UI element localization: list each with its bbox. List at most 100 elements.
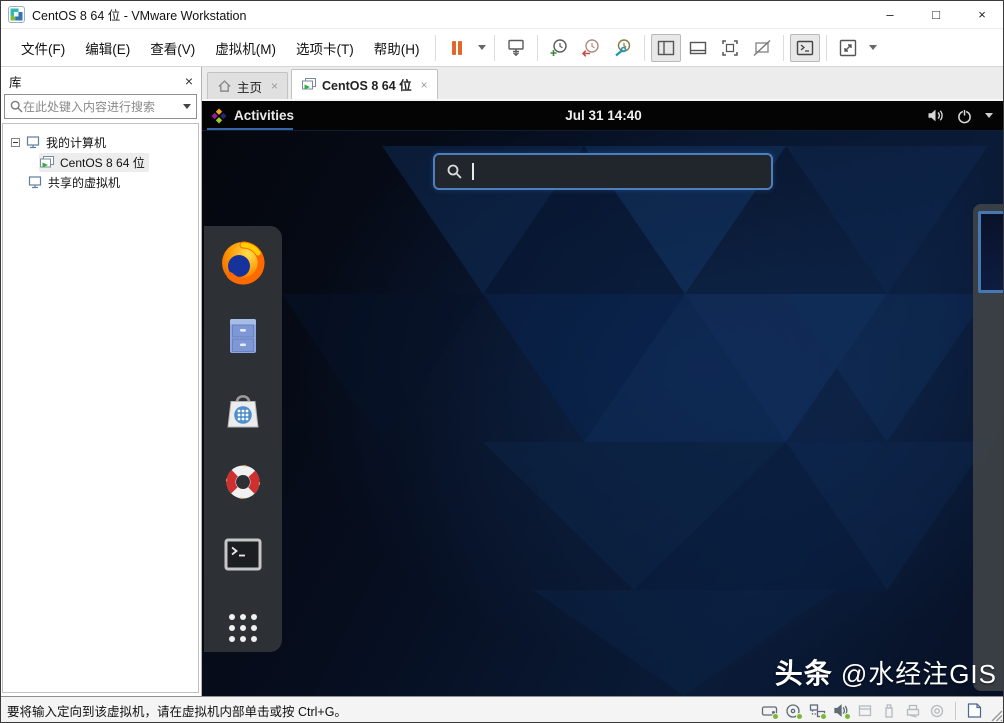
take-snapshot-button[interactable] bbox=[544, 34, 574, 62]
search-dropdown-icon[interactable] bbox=[183, 104, 191, 109]
vmware-window: CentOS 8 64 位 - VMware Workstation – □ ×… bbox=[0, 0, 1004, 723]
floppy-status-icon[interactable] bbox=[856, 702, 874, 719]
usb-status-icon[interactable] bbox=[880, 702, 898, 719]
hard-disk-status-icon[interactable] bbox=[760, 702, 779, 720]
tab-close-icon[interactable]: × bbox=[271, 79, 278, 93]
gnome-clock[interactable]: Jul 31 14:40 bbox=[202, 108, 1003, 123]
snapshot-clock-revert-icon bbox=[581, 38, 599, 57]
tab-strip: 主页 × CentOS 8 64 位 × bbox=[202, 67, 1003, 101]
manage-snapshots-button[interactable] bbox=[608, 34, 638, 62]
watermark-brand: 头条 bbox=[774, 658, 833, 689]
power-options-dropdown[interactable] bbox=[473, 34, 489, 62]
library-search-input[interactable] bbox=[23, 99, 183, 114]
disc-status-icon[interactable] bbox=[928, 702, 946, 719]
fit-options-dropdown[interactable] bbox=[864, 34, 880, 62]
volume-icon[interactable] bbox=[927, 108, 944, 123]
device-connected-dot bbox=[772, 713, 779, 720]
resize-grip[interactable] bbox=[990, 709, 1004, 723]
cdrom-status-icon[interactable] bbox=[784, 702, 803, 720]
chevron-down-icon bbox=[868, 45, 877, 50]
menu-view[interactable]: 查看(V) bbox=[140, 33, 205, 63]
workspace-switcher bbox=[973, 204, 1003, 691]
toolbar-separator bbox=[825, 34, 827, 61]
toggle-thumbnail-bar-button[interactable] bbox=[683, 34, 713, 62]
revert-snapshot-button[interactable] bbox=[576, 34, 606, 62]
dock-help-icon[interactable] bbox=[218, 457, 268, 506]
workspace-thumbnail[interactable] bbox=[978, 211, 1003, 293]
tree-item-label: 我的计算机 bbox=[46, 135, 107, 150]
gnome-search-field[interactable] bbox=[433, 153, 773, 190]
wallpaper-pattern bbox=[282, 146, 988, 696]
library-panel: 库 × 我的计算机 bbox=[1, 67, 202, 696]
tree-item-centos-vm[interactable]: CentOS 8 64 位 bbox=[3, 152, 198, 172]
menu-help[interactable]: 帮助(H) bbox=[364, 33, 430, 63]
collapse-icon[interactable] bbox=[11, 137, 20, 147]
toolbar-separator bbox=[434, 34, 436, 61]
toolbar-separator bbox=[782, 34, 784, 61]
tab-label: 主页 bbox=[237, 80, 263, 95]
tab-close-icon[interactable]: × bbox=[421, 78, 428, 92]
gnome-dock bbox=[204, 226, 282, 652]
library-tree: 我的计算机 CentOS 8 64 位 共享的虚拟机 bbox=[2, 123, 199, 693]
library-search-box[interactable] bbox=[4, 94, 197, 119]
resize-arrow-icon bbox=[839, 39, 856, 56]
tab-label: CentOS 8 64 位 bbox=[322, 79, 412, 93]
printer-status-icon[interactable] bbox=[904, 702, 922, 719]
dock-firefox-icon[interactable] bbox=[218, 238, 268, 287]
gnome-desktop bbox=[202, 131, 1003, 696]
library-header: 库 × bbox=[1, 69, 201, 93]
system-menu-chevron-icon[interactable] bbox=[985, 113, 993, 118]
menu-edit[interactable]: 编辑(E) bbox=[75, 33, 140, 63]
vm-icon bbox=[40, 155, 54, 167]
tree-item-shared-vms[interactable]: 共享的虚拟机 bbox=[3, 172, 198, 192]
close-button[interactable]: × bbox=[959, 1, 1003, 28]
menu-vm[interactable]: 虚拟机(M) bbox=[205, 33, 286, 63]
fullscreen-brackets-icon bbox=[721, 39, 738, 56]
minimize-button[interactable]: – bbox=[867, 1, 913, 28]
menu-file[interactable]: 文件(F) bbox=[11, 33, 75, 63]
sound-status-icon[interactable] bbox=[832, 702, 851, 720]
search-icon bbox=[10, 100, 23, 113]
text-cursor bbox=[472, 163, 474, 180]
toggle-library-button[interactable] bbox=[650, 33, 681, 62]
unity-mode-button[interactable] bbox=[747, 34, 777, 62]
dock-app-grid-icon[interactable] bbox=[218, 603, 268, 652]
vm-console-screen[interactable]: Activities Jul 31 14:40 头条 @水经注GIS bbox=[202, 101, 1003, 696]
device-status-icons bbox=[760, 701, 983, 720]
console-icon bbox=[796, 40, 813, 55]
shared-vm-icon bbox=[28, 175, 42, 188]
dock-files-icon[interactable] bbox=[218, 311, 268, 360]
menu-toolbar: 文件(F) 编辑(E) 查看(V) 虚拟机(M) 选项卡(T) 帮助(H) bbox=[1, 29, 1003, 67]
tab-centos-vm[interactable]: CentOS 8 64 位 × bbox=[291, 69, 438, 99]
notifications-icon[interactable] bbox=[965, 702, 983, 719]
watermark: 头条 @水经注GIS bbox=[775, 652, 997, 692]
pause-icon bbox=[451, 40, 462, 55]
maximize-button[interactable]: □ bbox=[913, 1, 959, 28]
toolbar-separator bbox=[536, 34, 538, 61]
fit-guest-button[interactable] bbox=[833, 34, 863, 62]
status-separator bbox=[955, 701, 956, 720]
vm-icon bbox=[302, 78, 317, 90]
fullscreen-button[interactable] bbox=[715, 34, 745, 62]
snapshot-clock-plus-icon bbox=[550, 38, 567, 56]
send-ctrl-alt-del-button[interactable] bbox=[501, 34, 531, 62]
device-connected-dot bbox=[844, 713, 851, 720]
tab-home[interactable]: 主页 × bbox=[207, 72, 289, 99]
pause-vm-button[interactable] bbox=[442, 34, 472, 62]
status-bar: 要将输入定向到该虚拟机，请在虚拟机内部单击或按 Ctrl+G。 bbox=[1, 696, 1004, 723]
library-close-icon[interactable]: × bbox=[185, 74, 193, 88]
console-view-button[interactable] bbox=[789, 33, 820, 62]
gnome-top-bar: Activities Jul 31 14:40 bbox=[202, 101, 1003, 131]
dock-terminal-icon[interactable] bbox=[218, 530, 268, 579]
power-icon[interactable] bbox=[957, 108, 972, 124]
home-icon bbox=[218, 80, 231, 92]
watermark-handle: @水经注GIS bbox=[840, 659, 997, 689]
tree-item-my-computer[interactable]: 我的计算机 bbox=[3, 132, 198, 152]
send-input-icon bbox=[507, 39, 524, 56]
snapshot-clock-wrench-icon bbox=[614, 38, 630, 56]
network-status-icon[interactable] bbox=[808, 702, 827, 720]
dock-software-icon[interactable] bbox=[218, 384, 268, 433]
unity-mode-icon bbox=[753, 39, 770, 56]
menu-tabs[interactable]: 选项卡(T) bbox=[286, 33, 364, 63]
status-message: 要将输入定向到该虚拟机，请在虚拟机内部单击或按 Ctrl+G。 bbox=[7, 705, 347, 719]
